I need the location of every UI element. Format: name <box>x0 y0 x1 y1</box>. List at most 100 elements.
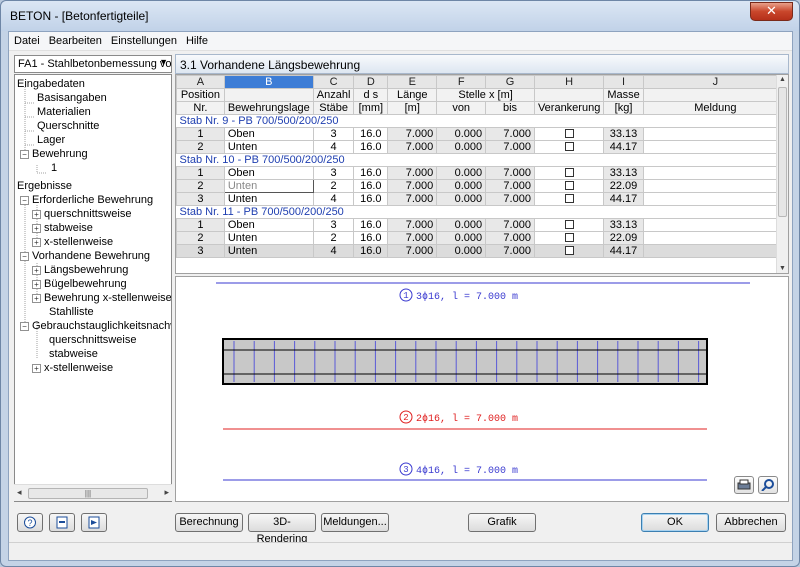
scroll-down-icon[interactable]: ▼ <box>779 265 786 272</box>
length-cell[interactable]: 7.000 <box>387 166 438 180</box>
message-cell[interactable] <box>642 244 788 258</box>
abbrechen-button[interactable]: Abbrechen <box>716 513 786 532</box>
collapse-icon[interactable]: − <box>20 252 29 261</box>
load-case-select[interactable]: FA1 - Stahlbetonbemessung vor ▼ <box>14 55 172 73</box>
tree-item-bewehrung-x-stellenweise[interactable]: + Bewehrung x-stellenweise <box>32 291 171 305</box>
position-cell[interactable]: 1 <box>176 166 225 180</box>
menu-hilfe[interactable]: Hilfe <box>181 32 212 47</box>
table-row[interactable]: 2 Unten 2 16.0 7.000 0.000 7.000 22.09 <box>176 179 788 193</box>
to-cell[interactable]: 7.000 <box>485 218 535 232</box>
position-cell[interactable]: 2 <box>176 140 225 154</box>
3d-rendering-button[interactable]: 3D-Rendering <box>248 513 316 545</box>
anchorage-cell[interactable] <box>533 231 605 245</box>
scroll-up-icon[interactable]: ▲ <box>779 76 786 83</box>
collapse-icon[interactable]: − <box>20 196 29 205</box>
message-cell[interactable] <box>642 192 788 206</box>
to-cell[interactable]: 7.000 <box>485 179 535 193</box>
column-letter[interactable]: D <box>353 75 389 89</box>
table-row[interactable]: 1 Oben 3 16.0 7.000 0.000 7.000 33.13 <box>176 218 788 232</box>
tree-item-erf-x-stellenweise[interactable]: + x-stellenweise <box>32 235 113 249</box>
table-row[interactable]: 3 Unten 4 16.0 7.000 0.000 7.000 44.17 <box>176 244 788 258</box>
scroll-right-icon[interactable]: ▸ <box>164 487 169 498</box>
message-cell[interactable] <box>642 166 788 180</box>
scroll-left-icon[interactable]: ◂ <box>17 487 22 498</box>
count-cell[interactable]: 2 <box>312 179 355 193</box>
anchorage-cell[interactable] <box>533 179 605 193</box>
layer-cell[interactable]: Unten <box>223 192 314 206</box>
length-cell[interactable]: 7.000 <box>387 244 438 258</box>
diameter-cell[interactable]: 16.0 <box>353 218 389 232</box>
anchorage-checkbox[interactable] <box>564 181 574 190</box>
from-cell[interactable]: 0.000 <box>436 127 487 141</box>
tree-item-geb-querschnittsweise[interactable]: querschnittsweise <box>49 333 136 347</box>
diameter-cell[interactable]: 16.0 <box>353 166 389 180</box>
layer-cell[interactable]: Oben <box>223 218 314 232</box>
length-cell[interactable]: 7.000 <box>387 140 438 154</box>
tree-item-querschnitte[interactable]: Querschnitte <box>37 119 99 133</box>
diameter-cell[interactable]: 16.0 <box>353 127 389 141</box>
layer-cell[interactable]: Unten <box>223 231 314 245</box>
diameter-cell[interactable]: 16.0 <box>353 244 389 258</box>
count-cell[interactable]: 4 <box>312 140 355 154</box>
table-row[interactable]: 1 Oben 3 16.0 7.000 0.000 7.000 33.13 <box>176 127 788 141</box>
anchorage-checkbox[interactable] <box>564 142 574 151</box>
chevron-down-icon[interactable]: ▼ <box>159 57 168 67</box>
tree-item-erf-stabweise[interactable]: + stabweise <box>32 221 93 235</box>
layer-cell[interactable]: Oben <box>223 127 314 141</box>
column-letter[interactable]: C <box>312 75 355 89</box>
from-cell[interactable]: 0.000 <box>436 231 487 245</box>
count-cell[interactable]: 2 <box>312 231 355 245</box>
expand-icon[interactable]: + <box>32 224 41 233</box>
mass-cell[interactable]: 22.09 <box>603 179 644 193</box>
tree-item-stahlliste[interactable]: Stahlliste <box>49 305 94 319</box>
count-cell[interactable]: 4 <box>312 192 355 206</box>
mass-cell[interactable]: 33.13 <box>603 166 644 180</box>
layer-cell[interactable]: Unten <box>223 179 314 193</box>
tree-item-laengsbewehrung[interactable]: + Längsbewehrung <box>32 263 128 277</box>
ok-button[interactable]: OK <box>641 513 709 532</box>
to-cell[interactable]: 7.000 <box>485 166 535 180</box>
anchorage-cell[interactable] <box>533 140 605 154</box>
tree-results-header[interactable]: Ergebnisse <box>17 179 72 193</box>
expand-icon[interactable]: + <box>32 266 41 275</box>
tree-input-header[interactable]: Eingabedaten <box>17 77 85 91</box>
anchorage-cell[interactable] <box>533 166 605 180</box>
mass-cell[interactable]: 33.13 <box>603 218 644 232</box>
length-cell[interactable]: 7.000 <box>387 231 438 245</box>
length-cell[interactable]: 7.000 <box>387 192 438 206</box>
table-row[interactable]: 2 Unten 2 16.0 7.000 0.000 7.000 22.09 <box>176 231 788 245</box>
table-row[interactable]: 1 Oben 3 16.0 7.000 0.000 7.000 33.13 <box>176 166 788 180</box>
layer-cell[interactable]: Oben <box>223 166 314 180</box>
anchorage-checkbox[interactable] <box>564 194 574 203</box>
mass-cell[interactable]: 22.09 <box>603 231 644 245</box>
message-cell[interactable] <box>642 179 788 193</box>
tree-item-bewehrung-1[interactable]: 1 <box>51 161 57 175</box>
tree-item-bewehrung[interactable]: − Bewehrung <box>20 147 88 161</box>
menu-bearbeiten[interactable]: Bearbeiten <box>44 32 106 47</box>
anchorage-cell[interactable] <box>533 127 605 141</box>
message-cell[interactable] <box>642 127 788 141</box>
anchorage-cell[interactable] <box>533 192 605 206</box>
berechnung-button[interactable]: Berechnung <box>175 513 243 532</box>
mass-cell[interactable]: 33.13 <box>603 127 644 141</box>
count-cell[interactable]: 4 <box>312 244 355 258</box>
from-cell[interactable]: 0.000 <box>436 192 487 206</box>
column-letter[interactable]: I <box>603 75 644 89</box>
member-label[interactable]: Stab Nr. 10 - PB 700/500/200/250 <box>176 153 788 167</box>
column-letter[interactable]: F <box>436 75 487 89</box>
message-cell[interactable] <box>642 140 788 154</box>
expand-icon[interactable]: + <box>32 364 41 373</box>
count-cell[interactable]: 3 <box>312 127 355 141</box>
column-letter[interactable]: E <box>387 75 438 89</box>
table-row[interactable]: 3 Unten 4 16.0 7.000 0.000 7.000 44.17 <box>176 192 788 206</box>
export-button[interactable] <box>49 513 75 532</box>
anchorage-checkbox[interactable] <box>564 129 574 138</box>
anchorage-cell[interactable] <box>533 218 605 232</box>
column-letter[interactable]: A <box>176 75 225 89</box>
collapse-icon[interactable]: − <box>20 322 29 331</box>
position-cell[interactable]: 2 <box>176 231 225 245</box>
from-cell[interactable]: 0.000 <box>436 140 487 154</box>
tree-item-vorhandene-bewehrung[interactable]: − Vorhandene Bewehrung <box>20 249 150 263</box>
layer-cell[interactable]: Unten <box>223 244 314 258</box>
tree-item-lager[interactable]: Lager <box>37 133 65 147</box>
